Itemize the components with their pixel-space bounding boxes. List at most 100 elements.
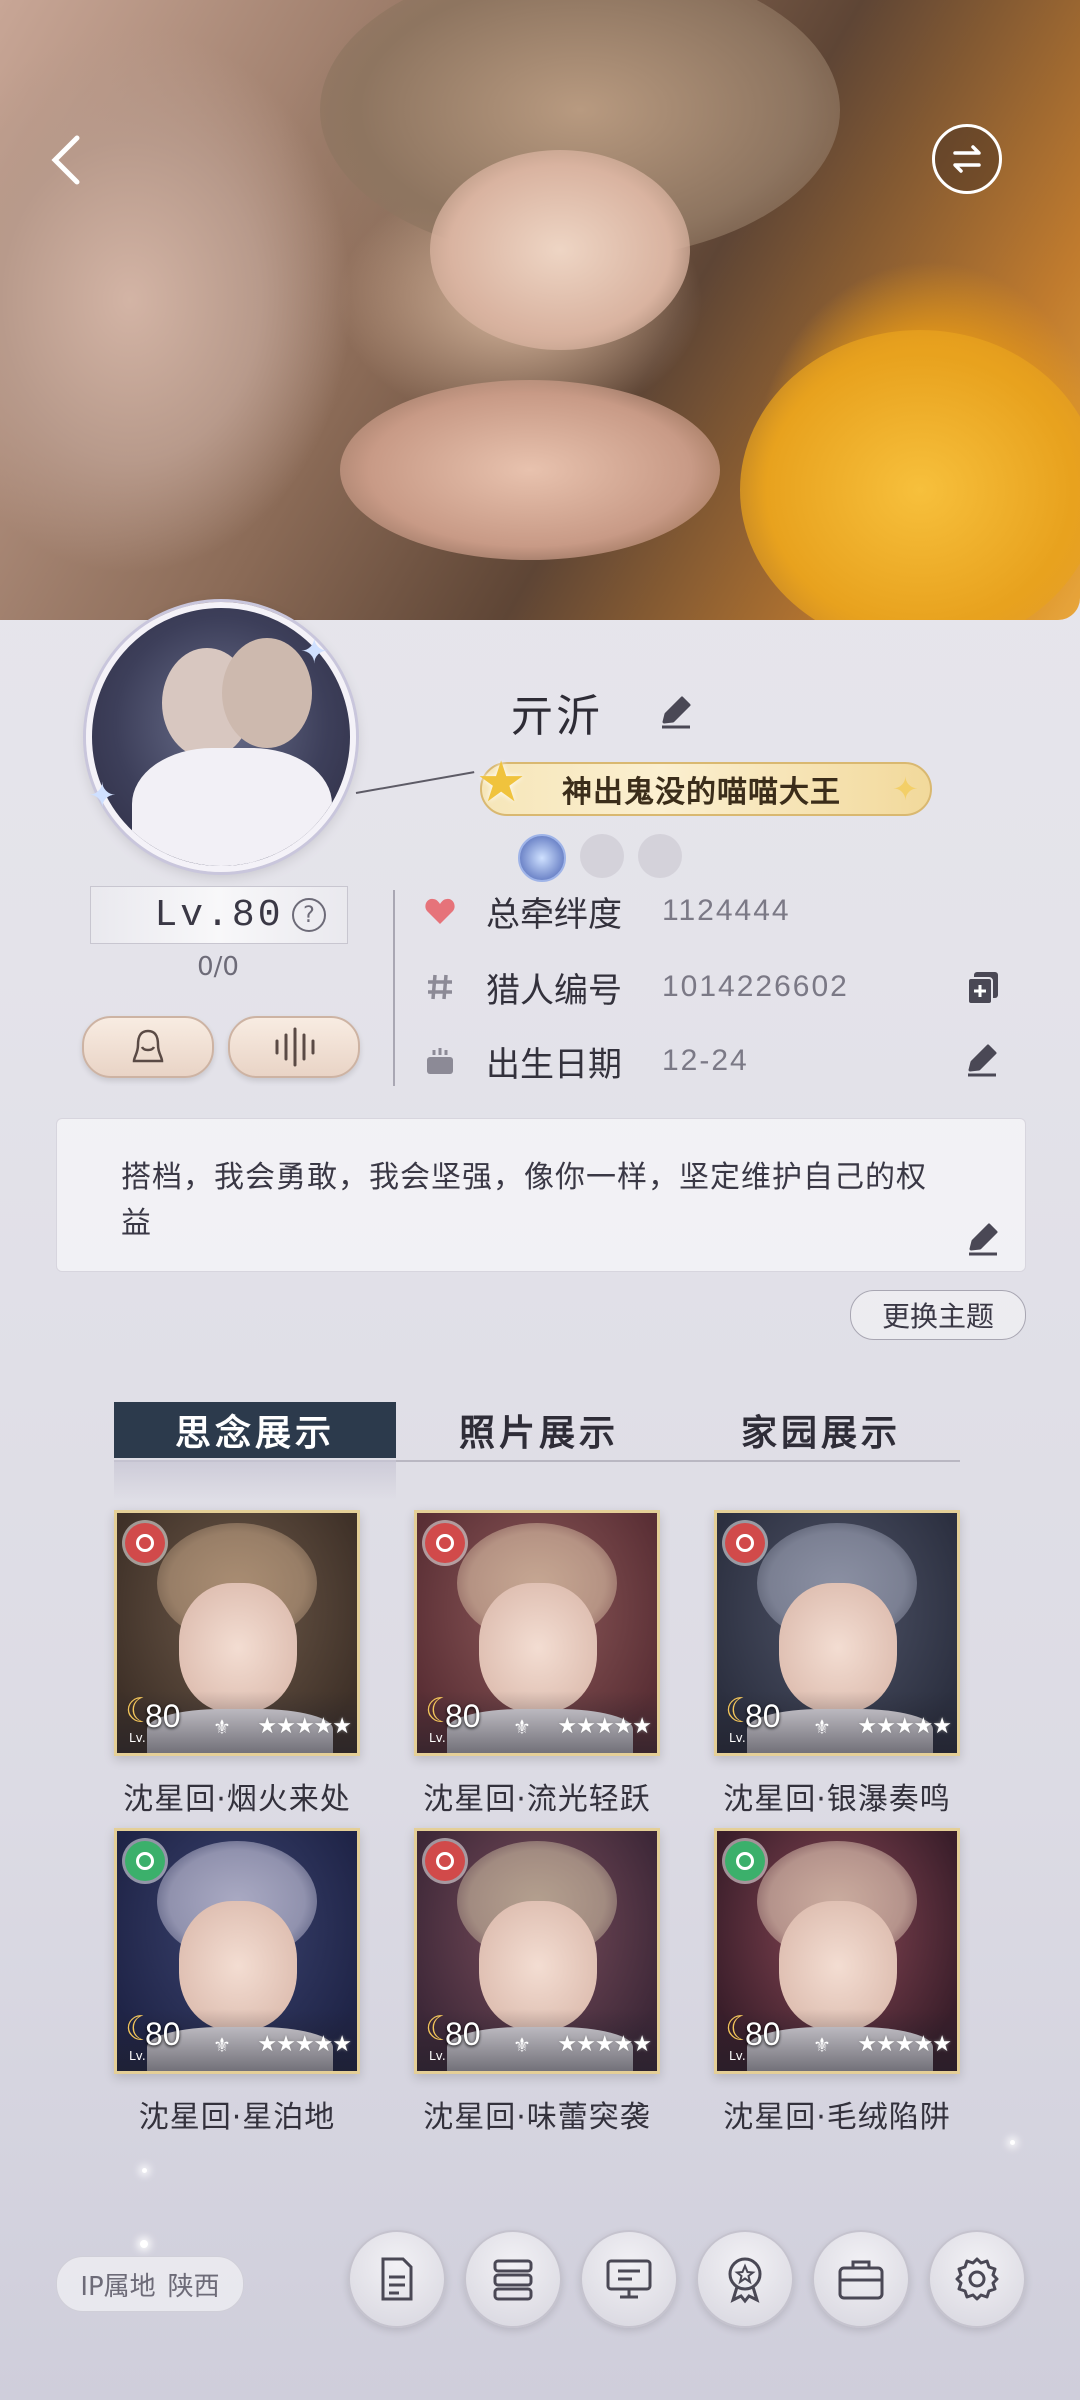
card-stars: ★★★★★: [257, 2032, 352, 2057]
signature-box[interactable]: 搭档，我会勇敢，我会坚强，像你一样，坚定维护自己的权益: [56, 1118, 1026, 1272]
card-level: 80: [445, 2016, 481, 2052]
card-badge-icon: [425, 1841, 465, 1881]
memory-card[interactable]: ☾ 80 Lv. ⚜ ★★★★★: [414, 1828, 660, 2074]
medal-slot-1[interactable]: [518, 834, 566, 882]
list-icon: [493, 2259, 533, 2301]
back-button[interactable]: [28, 120, 108, 200]
tab-home[interactable]: 家园展示: [680, 1402, 962, 1458]
change-theme-button[interactable]: 更换主题: [850, 1290, 1026, 1340]
id-value: 1014226602: [662, 970, 849, 1003]
voice-button[interactable]: [228, 1016, 360, 1078]
card-stars: ★★★★★: [257, 1714, 352, 1739]
memory-card[interactable]: ☾ 80 Lv. ⚜ ★★★★★: [714, 1510, 960, 1756]
memory-card[interactable]: ☾ 80 Lv. ⚜ ★★★★★: [114, 1828, 360, 2074]
memory-card-name: 沈星回·银瀑奏鸣: [723, 1782, 951, 1817]
briefcase-icon: [838, 2260, 884, 2300]
records-button[interactable]: [348, 2230, 446, 2328]
card-stars: ★★★★★: [857, 2032, 952, 2057]
sparkle-decoration: [142, 2168, 147, 2173]
pencil-icon: [968, 1044, 997, 1077]
copy-button[interactable]: [962, 966, 1004, 1008]
card-lv-tag: Lv.: [129, 1731, 146, 1745]
card-lv-tag: Lv.: [729, 1731, 746, 1745]
birthday-value: 12-24: [662, 1044, 749, 1077]
edit-signature-button[interactable]: [963, 1219, 1003, 1259]
signature-text: 搭档，我会勇敢，我会坚强，像你一样，坚定维护自己的权益: [121, 1160, 927, 1241]
medal-slot-2[interactable]: [580, 834, 624, 878]
edit-birthday-button[interactable]: [962, 1040, 1004, 1082]
help-icon[interactable]: ?: [292, 898, 326, 932]
memory-card-name: 沈星回·味蕾突袭: [423, 2100, 651, 2135]
card-badge-icon: [125, 1841, 165, 1881]
fleur-icon: ⚜: [213, 2033, 231, 2057]
fleur-icon: ⚜: [213, 1715, 231, 1739]
card-level: 80: [745, 2016, 781, 2052]
bond-value: 1124444: [662, 894, 791, 927]
cake-icon: [420, 1041, 460, 1081]
sparkle-decoration: [140, 2240, 148, 2248]
card-lv-tag: Lv.: [429, 2049, 446, 2063]
monitor-icon: [606, 2259, 652, 2299]
sparkle-icon: ✦: [892, 770, 919, 808]
chevron-left-icon: [51, 135, 80, 185]
heart-icon: [420, 891, 460, 931]
memory-card[interactable]: ☾ 80 Lv. ⚜ ★★★★★: [414, 1510, 660, 1756]
card-stars: ★★★★★: [557, 2032, 652, 2057]
memory-card-name: 沈星回·毛绒陷阱: [723, 2100, 951, 2135]
title-connector: [355, 771, 475, 794]
edit-name-button[interactable]: [656, 692, 696, 732]
achievement-button[interactable]: [696, 2230, 794, 2328]
list-button[interactable]: [464, 2230, 562, 2328]
card-stars: ★★★★★: [557, 1714, 652, 1739]
inventory-button[interactable]: [812, 2230, 910, 2328]
pencil-icon: [662, 696, 691, 729]
copy-icon: [967, 972, 998, 1005]
bond-label: 总牵绊度: [486, 894, 622, 935]
star-icon: ★: [476, 750, 527, 815]
swap-button[interactable]: [932, 124, 1002, 194]
ip-location-badge: IP属地 陕西: [56, 2256, 244, 2312]
card-lv-tag: Lv.: [429, 1731, 446, 1745]
card-level: 80: [145, 2016, 181, 2052]
level-text: Lv.80: [154, 893, 284, 937]
bond-row: 总牵绊度 1124444: [420, 884, 791, 938]
card-lv-tag: Lv.: [729, 2049, 746, 2063]
fleur-icon: ⚜: [513, 2033, 531, 2057]
player-name: 亓沂: [510, 692, 602, 741]
appearance-button[interactable]: [82, 1016, 214, 1078]
card-lv-tag: Lv.: [129, 2049, 146, 2063]
display-button[interactable]: [580, 2230, 678, 2328]
ip-label: IP属地: [80, 2271, 156, 2302]
fleur-icon: ⚜: [813, 2033, 831, 2057]
card-level: 80: [445, 1698, 481, 1734]
card-badge-icon: [725, 1841, 765, 1881]
memory-card-name: 沈星回·烟火来处: [123, 1782, 351, 1817]
showcase-tabs: 思念展示 照片展示 家园展示: [114, 1402, 960, 1462]
tab-shadow: [114, 1460, 396, 1500]
id-row: 猎人编号 1014226602: [420, 960, 849, 1014]
gear-icon: [955, 2257, 999, 2301]
medal-slot-3[interactable]: [638, 834, 682, 878]
memory-card[interactable]: ☾ 80 Lv. ⚜ ★★★★★: [114, 1510, 360, 1756]
tab-photos[interactable]: 照片展示: [398, 1402, 680, 1458]
memory-card-name: 沈星回·星泊地: [138, 2100, 336, 2135]
card-badge-icon: [125, 1523, 165, 1563]
fleur-icon: ⚜: [813, 1715, 831, 1739]
memory-card[interactable]: ☾ 80 Lv. ⚜ ★★★★★: [714, 1828, 960, 2074]
card-badge-icon: [725, 1523, 765, 1563]
tab-memories[interactable]: 思念展示: [114, 1402, 396, 1458]
fleur-icon: ⚜: [513, 1715, 531, 1739]
level-progress: 0/0: [197, 952, 239, 982]
card-stars: ★★★★★: [857, 1714, 952, 1739]
sparkle-decoration: [1010, 2140, 1015, 2145]
medal-icon: [728, 2257, 762, 2304]
title-badge[interactable]: 神出鬼没的喵喵大王: [480, 762, 932, 816]
star-decoration-icon: ✦: [300, 632, 329, 672]
person-icon: [132, 1029, 164, 1063]
birthday-label: 出生日期: [486, 1044, 622, 1085]
card-level: 80: [145, 1698, 181, 1734]
voice-wave-icon: [275, 1027, 315, 1067]
divider: [393, 890, 395, 1086]
swap-icon: [953, 145, 981, 173]
settings-button[interactable]: [928, 2230, 1026, 2328]
